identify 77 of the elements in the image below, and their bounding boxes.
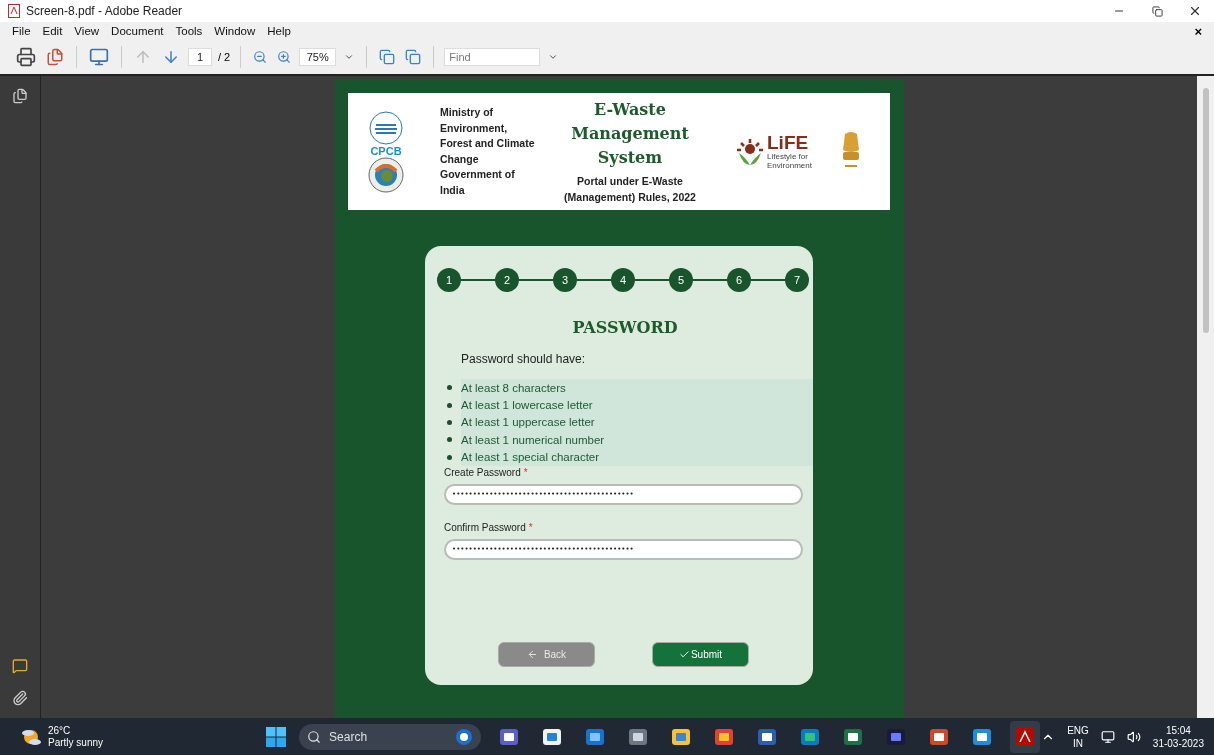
language-text[interactable]: ENG xyxy=(1067,723,1089,737)
speaker-icon[interactable] xyxy=(1126,729,1141,744)
check-icon xyxy=(678,649,690,660)
form-title: PASSWORD xyxy=(571,318,679,337)
rules-intro: Password should have: xyxy=(461,352,587,366)
restore-icon xyxy=(1151,5,1163,17)
required-mark: * xyxy=(523,467,528,479)
chat-app-icon xyxy=(499,726,520,747)
mail-app-icon xyxy=(585,726,606,747)
menu-item[interactable]: File xyxy=(6,25,37,37)
step-circle: 6 xyxy=(727,268,751,292)
browser-app-icon xyxy=(714,726,735,747)
portal-title: E-Waste Management System xyxy=(570,99,690,169)
folder-app-icon xyxy=(671,726,692,747)
scrollbar-thumb[interactable] xyxy=(1202,88,1209,333)
start-icon[interactable] xyxy=(266,726,287,747)
logo-text: LiFE xyxy=(767,133,810,152)
document-app-icon xyxy=(757,726,778,747)
paperclip-icon[interactable] xyxy=(10,688,30,708)
temperature-text: 26°C xyxy=(48,724,72,737)
step-circle: 7 xyxy=(785,268,809,292)
required-mark: * xyxy=(528,522,533,534)
menu-item[interactable]: Tools xyxy=(169,25,209,37)
search-icon xyxy=(307,729,322,744)
rule-text: At least 1 numerical number xyxy=(461,431,813,449)
rule-text: At least 8 characters xyxy=(461,379,813,397)
field-label: Create Password xyxy=(444,467,521,479)
logo-text: CPCB xyxy=(370,144,402,157)
page-number-field[interactable]: 1 xyxy=(188,48,212,66)
submit-button[interactable]: Submit xyxy=(652,642,749,667)
field-label: Confirm Password xyxy=(444,522,526,534)
window-title: Screen-8.pdf - Adobe Reader xyxy=(26,4,183,18)
clock-date[interactable]: 31-03-2023 xyxy=(1152,736,1204,750)
page-total: / 2 xyxy=(218,51,231,63)
rule-text: At least 1 lowercase letter xyxy=(461,396,813,414)
bullet-icon xyxy=(447,437,452,443)
bullet-icon xyxy=(447,402,452,408)
pdf-app-icon xyxy=(8,4,20,18)
print-icon[interactable] xyxy=(14,45,38,69)
ministry-text: Ministry of Environment, Forest and Climate Change Government of India xyxy=(440,105,536,198)
menu-item[interactable]: Window xyxy=(208,25,262,37)
clock-time[interactable]: 15:04 xyxy=(1165,723,1191,737)
calculator-app-icon xyxy=(628,726,649,747)
close-document-button[interactable]: × xyxy=(1194,23,1208,39)
search-bar[interactable]: Search xyxy=(299,723,482,750)
arrow-left-icon xyxy=(526,649,538,660)
pdf-app-icon xyxy=(1015,726,1036,747)
comment-icon[interactable] xyxy=(10,656,30,676)
call-app-icon xyxy=(972,726,993,747)
zoom-field[interactable]: 75% xyxy=(299,48,337,66)
network-icon[interactable] xyxy=(1100,729,1115,744)
step-circle: 1 xyxy=(437,268,461,292)
spreadsheet-app-icon xyxy=(843,726,864,747)
region-text[interactable]: IN xyxy=(1073,736,1083,750)
weather-text: Partly sunny xyxy=(48,736,104,749)
close-icon xyxy=(1188,4,1202,18)
bullet-icon xyxy=(447,385,452,391)
taskbar-app-button[interactable] xyxy=(1010,720,1041,753)
step-circle: 3 xyxy=(553,268,577,292)
step-circle: 2 xyxy=(495,268,519,292)
slides-app-icon xyxy=(929,726,950,747)
bullet-icon xyxy=(447,454,452,460)
meeting-app-icon xyxy=(886,726,907,747)
menu-item[interactable]: Help xyxy=(261,25,297,37)
sun-leaf-icon xyxy=(735,136,765,167)
browser-app-icon xyxy=(800,726,821,747)
step-circle: 5 xyxy=(669,268,693,292)
bullet-icon xyxy=(447,419,452,425)
store-app-icon xyxy=(542,726,563,747)
menu-item[interactable]: Document xyxy=(105,25,170,37)
step-circle: 4 xyxy=(611,268,635,292)
portal-subtitle: Portal under E-Waste (Management) Rules, 2022 xyxy=(563,174,697,205)
find-field[interactable]: Find xyxy=(444,48,541,66)
menu-item[interactable]: Edit xyxy=(36,25,69,37)
pages-icon[interactable] xyxy=(10,86,30,106)
logo-tagline: Lifestyle for Environment xyxy=(767,152,813,170)
menu-item[interactable]: View xyxy=(68,25,106,37)
